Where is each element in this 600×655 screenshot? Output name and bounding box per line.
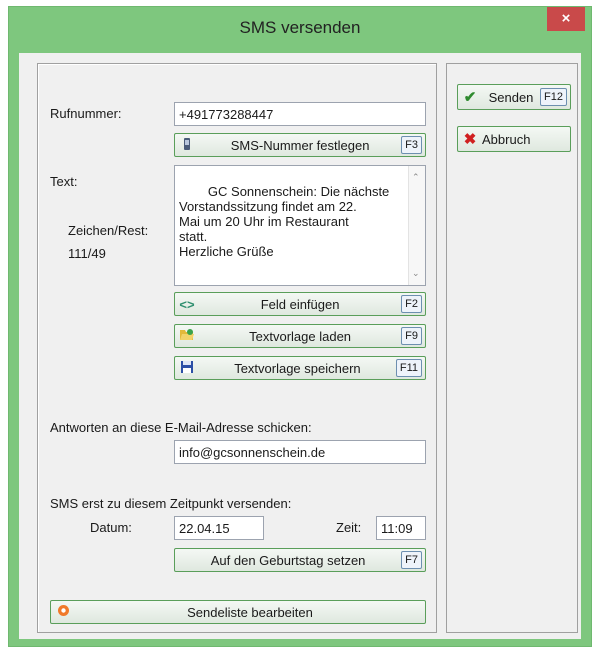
reply-email-label: Antworten an diese E-Mail-Adresse schick… (50, 420, 312, 435)
close-button[interactable]: × (547, 7, 585, 31)
edit-sendlist-button[interactable]: Sendeliste bearbeiten (50, 600, 426, 624)
check-icon: ✔ (463, 89, 477, 106)
folder-open-icon (175, 328, 199, 344)
phone-label: Rufnummer: (50, 106, 122, 121)
set-sms-number-button[interactable]: SMS-Nummer festlegen F3 (174, 133, 426, 157)
text-label: Text: (50, 174, 78, 189)
circle-icon (51, 604, 75, 620)
time-input[interactable]: 11:09 (376, 516, 426, 540)
window-title: SMS versenden (239, 18, 361, 37)
insert-field-label: Feld einfügen (260, 296, 340, 312)
f3-key-badge: F3 (401, 136, 422, 154)
date-label: Datum: (90, 520, 132, 535)
scroll-down-icon[interactable]: ⌄ (412, 266, 420, 281)
x-icon: ✖ (463, 131, 477, 148)
scroll-up-icon[interactable]: ⌃ (412, 170, 420, 185)
floppy-icon (175, 360, 199, 377)
message-scrollbar[interactable]: ⌃ ⌄ (408, 166, 425, 285)
insert-field-button[interactable]: <> Feld einfügen F2 (174, 292, 426, 316)
save-template-label: Textvorlage speichern (234, 360, 361, 376)
time-label: Zeit: (336, 520, 362, 535)
f12-key-badge: F12 (540, 88, 567, 106)
edit-sendlist-label: Sendeliste bearbeiten (187, 604, 313, 620)
load-template-button[interactable]: Textvorlage laden F9 (174, 324, 426, 348)
f7-key-badge: F7 (401, 551, 422, 569)
message-text: GC Sonnenschein: Die nächste Vorstandssi… (179, 184, 390, 259)
dialog-window: SMS versenden × Rufnummer: +491773288447… (8, 6, 592, 647)
message-textarea[interactable]: GC Sonnenschein: Die nächste Vorstandssi… (174, 165, 426, 286)
cancel-button[interactable]: ✖ Abbruch (457, 126, 571, 152)
code-icon: <> (179, 296, 195, 312)
reply-email-input[interactable]: info@gcsonnenschein.de (174, 440, 426, 464)
send-button[interactable]: ✔ Senden F12 (457, 84, 571, 110)
title-bar: SMS versenden × (9, 7, 591, 51)
set-birthday-button[interactable]: Auf den Geburtstag setzen F7 (174, 548, 426, 572)
dialog-client-area: Rufnummer: +491773288447 SMS-Nummer fest… (19, 53, 581, 639)
save-template-button[interactable]: Textvorlage speichern F11 (174, 356, 426, 380)
load-template-label: Textvorlage laden (249, 328, 352, 344)
actions-panel: ✔ Senden F12 ✖ Abbruch (446, 63, 578, 633)
phone-icon (175, 137, 199, 154)
chars-label: Zeichen/Rest: (68, 223, 149, 238)
schedule-label: SMS erst zu diesem Zeitpunkt versenden: (50, 496, 292, 511)
f2-key-badge: F2 (401, 295, 422, 313)
send-label: Senden (488, 89, 534, 105)
phone-input[interactable]: +491773288447 (174, 102, 426, 126)
f11-key-badge: F11 (395, 359, 422, 377)
form-panel: Rufnummer: +491773288447 SMS-Nummer fest… (37, 63, 437, 633)
set-sms-number-label: SMS-Nummer festlegen (230, 137, 370, 153)
f9-key-badge: F9 (401, 327, 422, 345)
date-input[interactable]: 22.04.15 (174, 516, 264, 540)
cancel-label: Abbruch (482, 131, 531, 147)
set-birthday-label: Auf den Geburtstag setzen (210, 552, 366, 568)
chars-value: 111/49 (68, 246, 106, 261)
